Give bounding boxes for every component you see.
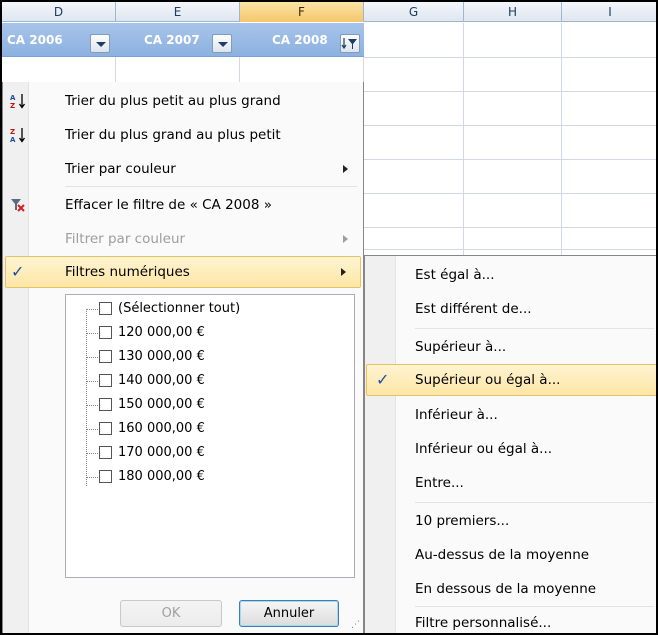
header-cell-ca2006: CA 2006 xyxy=(2,23,116,57)
menu-item-label: Trier du plus petit au plus grand xyxy=(65,93,281,109)
submenu-item-label: Au-dessus de la moyenne xyxy=(415,547,590,563)
menu-item-label: Effacer le filtre de « CA 2008 » xyxy=(65,197,272,213)
ok-button[interactable]: OK xyxy=(120,600,222,627)
submenu-item-custom-filter[interactable]: Filtre personnalisé... xyxy=(365,606,656,633)
clear-filter-icon xyxy=(11,199,25,212)
table-header-row: CA 2006 CA 2007 CA 2008 xyxy=(2,23,364,57)
menu-item-label: Trier par couleur xyxy=(65,161,176,177)
submenu-item-between[interactable]: Entre... xyxy=(365,466,656,500)
submenu-item-above-average[interactable]: Au-dessus de la moyenne xyxy=(365,538,656,572)
column-header-i[interactable]: I xyxy=(562,2,656,22)
checkbox[interactable] xyxy=(99,326,112,339)
submenu-item-label: 10 premiers... xyxy=(415,513,510,529)
sort-descending-icon: Z A xyxy=(10,128,26,143)
menu-item-sort-ascending[interactable]: A Z Trier du plus petit au plus grand xyxy=(4,84,362,118)
submenu-arrow-icon xyxy=(343,235,348,243)
menu-item-number-filters[interactable]: ✓ Filtres numériques xyxy=(5,256,361,288)
submenu-item-label: Filtre personnalisé... xyxy=(415,615,552,631)
column-header-bar: D E F G H I xyxy=(2,2,656,22)
excel-window: D E F G H I CA 2006 CA 2007 CA 2008 A Z … xyxy=(0,0,658,635)
svg-text:A: A xyxy=(10,136,16,143)
submenu-item-greater-than[interactable]: Supérieur à... xyxy=(365,330,656,364)
header-label: CA 2008 xyxy=(272,33,328,47)
filter-dropdown-button[interactable] xyxy=(90,34,110,53)
submenu-item-label: Est égal à... xyxy=(415,267,495,283)
filter-dropdown-button[interactable] xyxy=(212,34,232,53)
resize-grip-icon[interactable]: ⋰ xyxy=(351,620,360,630)
submenu-arrow-icon xyxy=(341,268,346,276)
submenu-item-top-10[interactable]: 10 premiers... xyxy=(365,504,656,538)
column-header-f[interactable]: F xyxy=(240,2,364,22)
chevron-down-icon xyxy=(218,42,228,47)
tree-line xyxy=(86,309,87,486)
list-item-label: 160 000,00 € xyxy=(118,421,205,436)
menu-item-label: Filtres numériques xyxy=(65,264,190,280)
checkmark-icon: ✓ xyxy=(11,262,25,281)
submenu-item-greater-or-equal[interactable]: ✓ Supérieur ou égal à... xyxy=(366,364,656,396)
list-item-label: 150 000,00 € xyxy=(118,397,205,412)
menu-separator xyxy=(65,186,357,187)
svg-text:Z: Z xyxy=(10,128,15,136)
column-header-g[interactable]: G xyxy=(364,2,464,22)
checkbox[interactable] xyxy=(99,374,112,387)
list-item-label: 180 000,00 € xyxy=(118,469,205,484)
submenu-item-label: Supérieur ou égal à... xyxy=(415,372,561,388)
submenu-item-label: En dessous de la moyenne xyxy=(415,581,597,597)
checkbox[interactable] xyxy=(99,422,112,435)
column-header-d[interactable]: D xyxy=(2,2,116,22)
submenu-arrow-icon xyxy=(343,165,348,173)
menu-separator xyxy=(415,328,654,329)
submenu-item-less-or-equal[interactable]: Inférieur ou égal à... xyxy=(365,432,656,466)
column-header-h[interactable]: H xyxy=(464,2,562,22)
menu-item-label: Filtrer par couleur xyxy=(65,231,186,247)
submenu-item-less-than[interactable]: Inférieur à... xyxy=(365,398,656,432)
list-item-label: 170 000,00 € xyxy=(118,445,205,460)
menu-item-label: Trier du plus grand au plus petit xyxy=(65,127,281,143)
svg-text:A: A xyxy=(10,94,16,102)
checkmark-icon: ✓ xyxy=(376,370,390,389)
number-filters-submenu: Est égal à... Est différent de... Supéri… xyxy=(364,255,656,633)
menu-item-sort-descending[interactable]: Z A Trier du plus grand au plus petit xyxy=(4,118,362,152)
menu-separator xyxy=(415,502,654,503)
submenu-item-not-equals[interactable]: Est différent de... xyxy=(365,292,656,326)
menu-item-clear-filter[interactable]: Effacer le filtre de « CA 2008 » xyxy=(4,188,362,222)
active-filter-button[interactable] xyxy=(340,34,360,53)
checkbox[interactable] xyxy=(99,446,112,459)
submenu-item-label: Inférieur à... xyxy=(415,407,498,423)
checkbox[interactable] xyxy=(99,350,112,363)
autofilter-menu: A Z Trier du plus petit au plus grand Z … xyxy=(2,82,364,633)
submenu-item-label: Inférieur ou égal à... xyxy=(415,441,553,457)
header-label: CA 2007 xyxy=(144,33,200,47)
header-cell-ca2007: CA 2007 xyxy=(116,23,240,57)
submenu-item-label: Est différent de... xyxy=(415,301,532,317)
chevron-down-icon xyxy=(96,42,106,47)
header-label: CA 2006 xyxy=(7,33,63,47)
menu-item-sort-by-color[interactable]: Trier par couleur xyxy=(4,152,362,186)
list-item-label: 120 000,00 € xyxy=(118,325,205,340)
submenu-item-equals[interactable]: Est égal à... xyxy=(365,258,656,292)
menu-item-filter-by-color[interactable]: Filtrer par couleur xyxy=(4,222,362,256)
filter-icon xyxy=(341,38,357,50)
list-item-label: 140 000,00 € xyxy=(118,373,205,388)
list-item-label: 130 000,00 € xyxy=(118,349,205,364)
svg-text:Z: Z xyxy=(10,102,15,109)
checkbox[interactable] xyxy=(99,398,112,411)
list-item-label: (Sélectionner tout) xyxy=(118,301,241,316)
column-header-e[interactable]: E xyxy=(116,2,240,22)
submenu-item-below-average[interactable]: En dessous de la moyenne xyxy=(365,572,656,606)
submenu-item-label: Supérieur à... xyxy=(415,339,507,355)
checkbox[interactable] xyxy=(99,470,112,483)
sort-ascending-icon: A Z xyxy=(10,94,26,109)
cancel-button[interactable]: Annuler xyxy=(239,600,339,627)
submenu-item-label: Entre... xyxy=(415,475,464,491)
header-cell-ca2008: CA 2008 xyxy=(240,23,364,57)
filter-values-list[interactable]: (Sélectionner tout) 120 000,00 € 130 000… xyxy=(65,294,355,578)
checkbox[interactable] xyxy=(99,302,112,315)
